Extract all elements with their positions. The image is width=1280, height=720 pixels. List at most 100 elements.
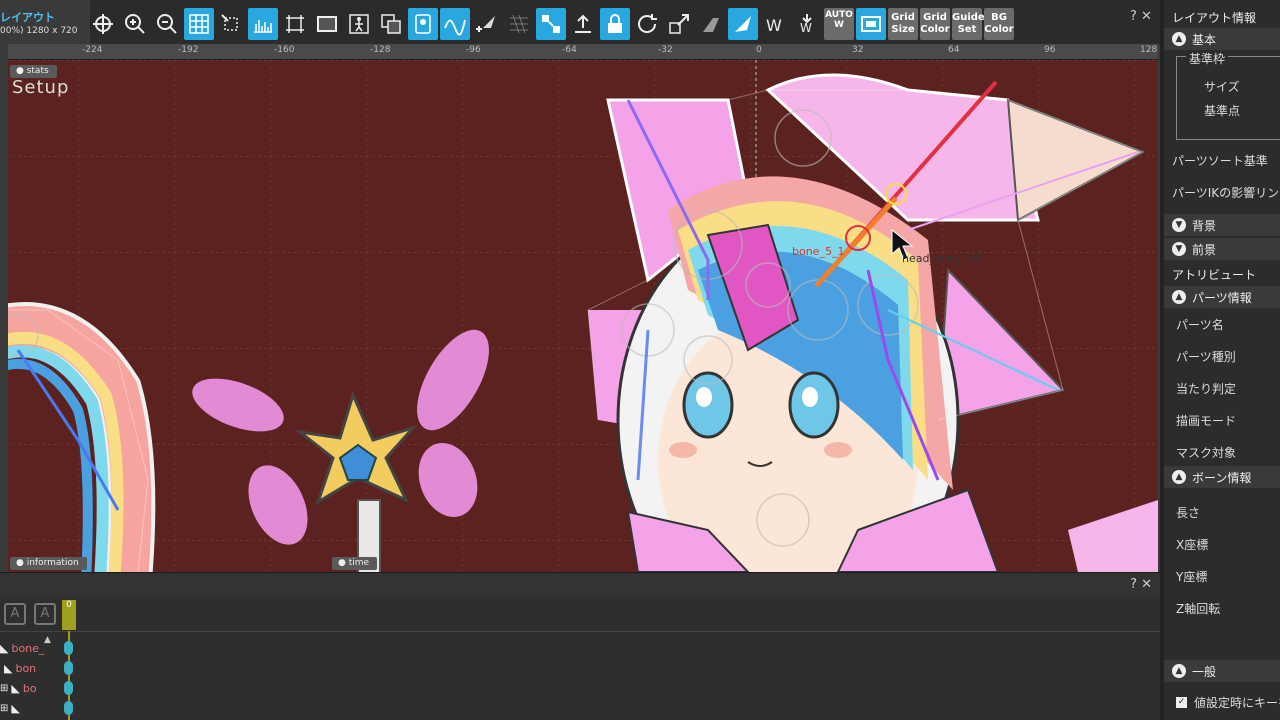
chevron-up-icon: ▲: [1172, 290, 1186, 304]
select-region-icon[interactable]: [216, 8, 246, 40]
svg-text:W: W: [766, 16, 782, 35]
bone-icon: ◣: [0, 641, 9, 655]
ruler-tick: 32: [852, 45, 864, 55]
lock-all-icon[interactable]: A: [34, 603, 56, 625]
panel-window-controls[interactable]: ? ✕: [1130, 9, 1152, 24]
timeline-divider: [0, 631, 1160, 632]
section-label: 背景: [1192, 218, 1217, 233]
time-chip[interactable]: ● time: [332, 557, 378, 570]
weight-down-icon[interactable]: W: [792, 8, 822, 40]
scale-icon[interactable]: [664, 8, 694, 40]
ruler-tick: 0: [756, 45, 762, 55]
draw-mode-field: 描画モード: [1176, 414, 1237, 428]
layout-tab-title: レイアウト: [0, 11, 55, 24]
grid-color-button[interactable]: Grid Color: [920, 8, 950, 40]
mesh-icon[interactable]: [504, 8, 534, 40]
layer-icon[interactable]: [376, 8, 406, 40]
origin-field: 基準点: [1204, 104, 1241, 118]
bone-select-icon[interactable]: [728, 8, 758, 40]
canvas-artwork: [8, 60, 1158, 572]
timeline-row[interactable]: ⊞ ◣ bo: [0, 679, 56, 697]
svg-text:W: W: [800, 21, 812, 35]
ruler-tick: -160: [274, 45, 295, 55]
pin-icon[interactable]: [408, 8, 438, 40]
attribute-title: アトリビュート: [1172, 268, 1257, 282]
keyframe[interactable]: [64, 641, 73, 655]
section-general[interactable]: ▲ 一般: [1164, 660, 1280, 682]
skew-icon[interactable]: [696, 8, 726, 40]
zoom-in-icon[interactable]: [120, 8, 150, 40]
ruler-icon[interactable]: [248, 8, 278, 40]
keyframe[interactable]: [64, 701, 73, 715]
information-label: information: [26, 558, 79, 568]
export-icon[interactable]: [568, 8, 598, 40]
section-basic[interactable]: ▲ 基本: [1164, 28, 1280, 50]
timeline-row[interactable]: ◣ bon: [0, 659, 56, 677]
rotate-icon[interactable]: [632, 8, 662, 40]
section-label: ボーン情報: [1192, 470, 1252, 485]
part-name-field: パーツ名: [1176, 318, 1224, 332]
time-label: time: [348, 558, 370, 568]
grid-icon[interactable]: [184, 8, 214, 40]
set-key-label: 値設定時にキーを: [1194, 696, 1280, 710]
section-label: 一般: [1192, 664, 1217, 679]
bone-icon: ◣: [4, 661, 13, 675]
bone-link-icon[interactable]: [536, 8, 566, 40]
grid-size-button[interactable]: Grid Size: [888, 8, 918, 40]
section-part-info[interactable]: ▲ パーツ情報: [1164, 286, 1280, 308]
frame-icon[interactable]: [312, 8, 342, 40]
layout-canvas[interactable]: ● stats Setup bone_5_1 head_wing_04 ● in…: [8, 60, 1158, 572]
left-edge-bar: [0, 44, 8, 572]
keyframe[interactable]: [64, 681, 73, 695]
section-bone-info[interactable]: ▲ ボーン情報: [1164, 466, 1280, 488]
z-rotation-field: Z軸回転: [1176, 602, 1221, 616]
section-background[interactable]: ▼ 背景: [1164, 214, 1280, 236]
lock-part-icon[interactable]: A: [4, 603, 26, 625]
size-field: サイズ: [1204, 80, 1240, 94]
timeline-row[interactable]: ⊞ ◣: [0, 699, 56, 717]
set-key-checkbox[interactable]: ✓: [1176, 697, 1187, 708]
bone-icon: ◣: [11, 701, 20, 715]
lock-pin-icon[interactable]: [600, 8, 630, 40]
curve-icon[interactable]: [440, 8, 470, 40]
section-label: 基本: [1192, 32, 1217, 47]
ruler-tick: 64: [948, 45, 960, 55]
expand-icon: ⊞: [0, 682, 9, 694]
weight-icon[interactable]: W: [760, 8, 790, 40]
part-sort-field: パーツソート基準: [1172, 154, 1268, 168]
chevron-up-icon: ▲: [1172, 664, 1186, 678]
canvas-mode-icon[interactable]: [856, 8, 886, 40]
stats-label: stats: [26, 66, 49, 76]
frame-group-label: 基準枠: [1186, 50, 1229, 67]
mask-target-field: マスク対象: [1176, 446, 1237, 460]
bg-color-button[interactable]: BG Color: [984, 8, 1014, 40]
auto-weight-button[interactable]: AUTO W: [824, 8, 854, 40]
x-coord-field: X座標: [1176, 538, 1209, 552]
auto-label: AUTO: [825, 10, 853, 20]
bone-add-icon[interactable]: [472, 8, 502, 40]
crosshair-icon[interactable]: [88, 8, 118, 40]
section-foreground[interactable]: ▼ 前景: [1164, 238, 1280, 260]
information-chip[interactable]: ● information: [10, 557, 87, 570]
hit-detect-field: 当たり判定: [1176, 382, 1237, 396]
current-frame-marker[interactable]: 0: [62, 600, 76, 630]
section-label: 前景: [1192, 242, 1217, 257]
ruler-tick: -64: [562, 45, 577, 55]
chevron-up-icon: ▲: [1172, 470, 1186, 484]
horizontal-ruler: -224 -192 -160 -128 -96 -64 -32 0 32 64 …: [0, 44, 1160, 60]
setup-label: Setup: [12, 77, 70, 98]
guide-set-button[interactable]: Guide Set: [952, 8, 985, 40]
ruler-tick: -32: [658, 45, 673, 55]
figure-icon[interactable]: [344, 8, 374, 40]
keyframe[interactable]: [64, 661, 73, 675]
section-label: パーツ情報: [1192, 290, 1252, 305]
zoom-out-icon[interactable]: [152, 8, 182, 40]
timeline-row[interactable]: ◣ bone_: [0, 639, 56, 657]
timeline-window-controls[interactable]: ? ✕: [1130, 577, 1152, 592]
guide-icon[interactable]: [280, 8, 310, 40]
layout-info-panel: レイアウト情報 ▲ 基本 基準枠 サイズ 基準点 パーツソート基準 パーツIKの影…: [1160, 0, 1280, 720]
bone-icon: ◣: [11, 681, 20, 695]
layout-tab[interactable]: レイアウト 00%) 1280 x 720: [0, 0, 90, 44]
frame-group-box: [1176, 56, 1280, 140]
bone-name-label: bone_5_1: [792, 245, 845, 258]
